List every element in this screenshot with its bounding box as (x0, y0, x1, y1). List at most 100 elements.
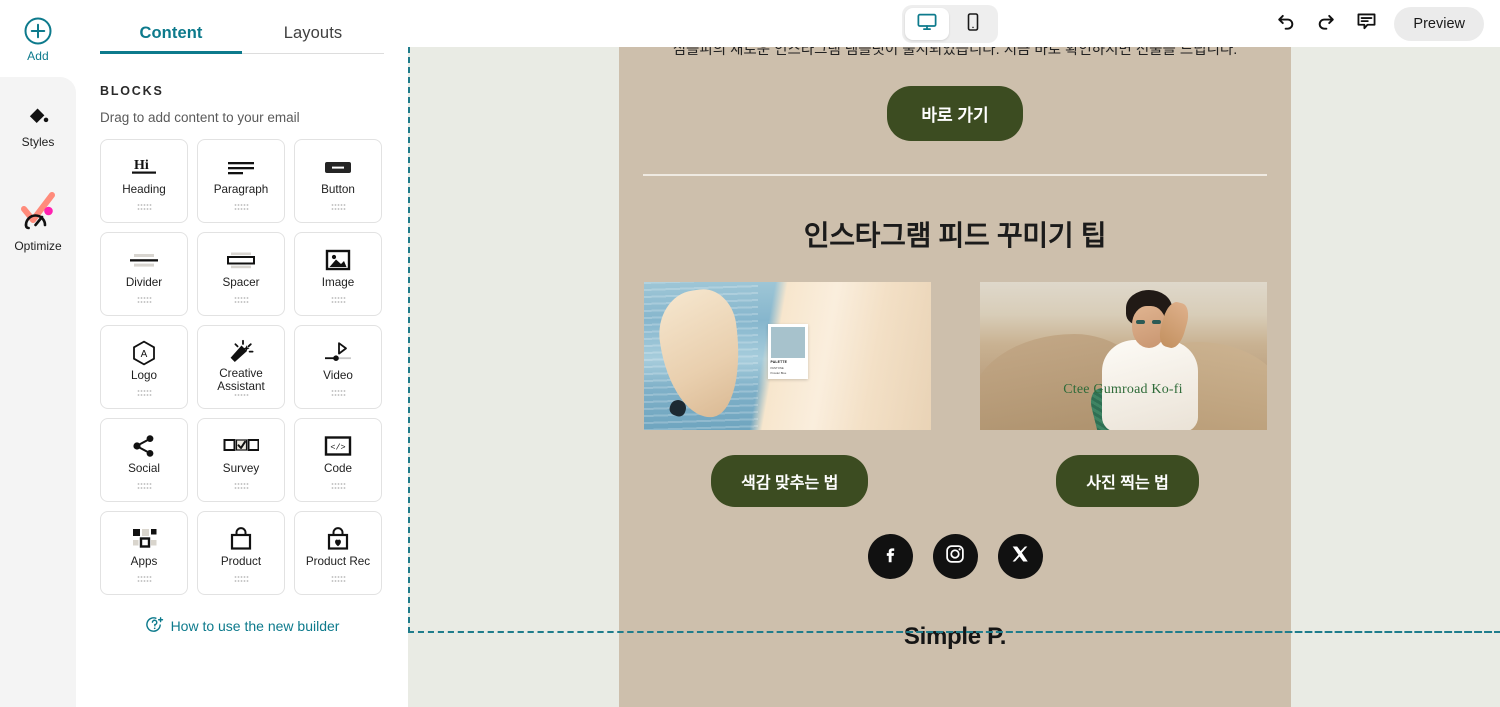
redo-button[interactable] (1308, 6, 1344, 42)
block-product[interactable]: Product (197, 511, 285, 595)
drag-handle[interactable] (233, 203, 249, 211)
block-label: Button (321, 183, 355, 196)
paint-bucket-icon (25, 103, 51, 129)
block-social[interactable]: Social (100, 418, 188, 502)
block-button[interactable]: Button (294, 139, 382, 223)
swatch-line1: PANTONE (770, 365, 784, 370)
block-paragraph[interactable]: Paragraph (197, 139, 285, 223)
svg-text:A: A (141, 349, 148, 360)
block-divider[interactable]: Divider (100, 232, 188, 316)
drag-handle[interactable] (233, 575, 249, 583)
block-video[interactable]: Video (294, 325, 382, 409)
drag-handle[interactable] (233, 296, 249, 304)
social-instagram-button[interactable] (932, 534, 978, 579)
paragraph-lines-icon (225, 153, 257, 181)
panel-tabs: Content Layouts (76, 0, 408, 54)
drag-handle[interactable] (136, 389, 152, 397)
plus-circle-icon (23, 16, 53, 46)
comment-button[interactable] (1348, 6, 1384, 42)
blocks-section-title: BLOCKS (100, 84, 164, 98)
how-to-use-builder-link[interactable]: How to use the new builder (100, 595, 384, 637)
cta-button[interactable]: 바로 가기 (887, 86, 1023, 141)
question-sparkle-icon (145, 615, 164, 637)
rail-add-label: Add (27, 49, 49, 63)
social-facebook-button[interactable] (867, 534, 913, 579)
block-spacer[interactable]: Spacer (197, 232, 285, 316)
block-label: Code (324, 462, 352, 475)
rail-item-styles[interactable]: Styles (0, 97, 76, 159)
device-mobile-button[interactable] (951, 8, 995, 40)
drag-handle[interactable] (136, 203, 152, 211)
drag-handle[interactable] (136, 482, 152, 490)
email-footer-brand[interactable]: Simple P. (619, 623, 1291, 651)
button-pill-icon (322, 153, 354, 181)
block-label: Social (128, 462, 160, 475)
device-toggle-group (902, 5, 998, 43)
block-heading[interactable]: Hi Heading (100, 139, 188, 223)
block-label: Product (220, 555, 262, 568)
drag-handle[interactable] (233, 482, 249, 490)
block-product-rec[interactable]: Product Rec (294, 511, 382, 595)
block-label: Apps (130, 555, 158, 568)
apps-grid-icon (130, 525, 158, 553)
social-x-button[interactable] (997, 534, 1043, 579)
content-panel: Content Layouts BLOCKS Drag to add conte… (76, 0, 408, 707)
preview-button[interactable]: Preview (1394, 6, 1484, 41)
drag-handle[interactable] (330, 482, 346, 490)
email-button-color-tips[interactable]: 색감 맞추는 법 (711, 455, 869, 507)
block-apps[interactable]: Apps (100, 511, 188, 595)
email-divider (643, 174, 1267, 176)
spacer-box-icon (225, 246, 257, 274)
undo-button[interactable] (1268, 6, 1304, 42)
code-brackets-icon: </> (324, 432, 352, 460)
block-code[interactable]: </> Code (294, 418, 382, 502)
email-builder-app: Add Styles Optimize Content Layouts BLOC… (0, 0, 1500, 707)
survey-checkbox-icon (223, 432, 259, 460)
block-label: Divider (125, 276, 163, 289)
swatch-meta: PALETTE PANTONE Powder Blue (771, 358, 805, 376)
block-creative-assistant[interactable]: Creative Assistant (197, 325, 285, 409)
email-image-desert[interactable]: Ctee Gumroad Ko-fi (979, 282, 1267, 430)
heading-hi-icon: Hi (127, 153, 161, 181)
email-body[interactable]: 심플피의 새로운 인스타그램 템플릿이 출시되었습니다. 지금 바로 확인하시면… (619, 47, 1291, 707)
block-label: Paragraph (213, 183, 269, 196)
palette-swatch-card: PALETTE PANTONE Powder Blue (767, 324, 808, 379)
tab-content[interactable]: Content (100, 24, 242, 54)
block-survey[interactable]: Survey (197, 418, 285, 502)
active-tab-indicator (100, 51, 242, 54)
block-label: Spacer (222, 276, 260, 289)
drag-handle[interactable] (330, 389, 346, 397)
help-link-label: How to use the new builder (170, 618, 340, 634)
block-logo[interactable]: A Logo (100, 325, 188, 409)
email-intro-text[interactable]: 심플피의 새로운 인스타그램 템플릿이 출시되었습니다. 지금 바로 확인하시면… (645, 47, 1265, 60)
drag-handle[interactable] (136, 296, 152, 304)
email-button-row: 색감 맞추는 법 사진 찍는 법 (619, 455, 1291, 507)
blocks-grid: Hi Heading Paragraph Button Divider Spac… (100, 139, 384, 595)
tab-layouts[interactable]: Layouts (242, 24, 384, 54)
mobile-phone-icon (963, 12, 983, 37)
email-headline[interactable]: 인스타그램 피드 꾸미기 팁 (619, 214, 1291, 254)
drag-handle[interactable] (330, 296, 346, 304)
rail-item-optimize[interactable]: Optimize (0, 183, 76, 263)
redo-arrow-icon (1315, 10, 1337, 37)
drag-handle[interactable] (233, 393, 249, 397)
block-label: Logo (130, 369, 157, 382)
drag-handle[interactable] (136, 575, 152, 583)
magic-wand-sparkle-icon (228, 339, 254, 365)
social-share-icon (131, 432, 157, 460)
block-image[interactable]: Image (294, 232, 382, 316)
drag-handle[interactable] (330, 575, 346, 583)
desktop-monitor-icon (916, 11, 938, 38)
device-desktop-button[interactable] (905, 8, 949, 40)
divider-line-icon (128, 246, 160, 274)
drag-handle[interactable] (330, 203, 346, 211)
svg-text:Hi: Hi (134, 158, 149, 173)
facebook-icon (879, 543, 901, 570)
block-label: Image (321, 276, 355, 289)
rail-item-add[interactable]: Add (0, 14, 76, 71)
image-picture-icon (325, 246, 351, 274)
swatch-title: PALETTE (770, 360, 788, 364)
product-rec-bag-heart-icon (325, 525, 351, 553)
email-image-beach[interactable]: PALETTE PANTONE Powder Blue (643, 282, 931, 430)
email-button-photo-tips[interactable]: 사진 찍는 법 (1056, 455, 1199, 507)
